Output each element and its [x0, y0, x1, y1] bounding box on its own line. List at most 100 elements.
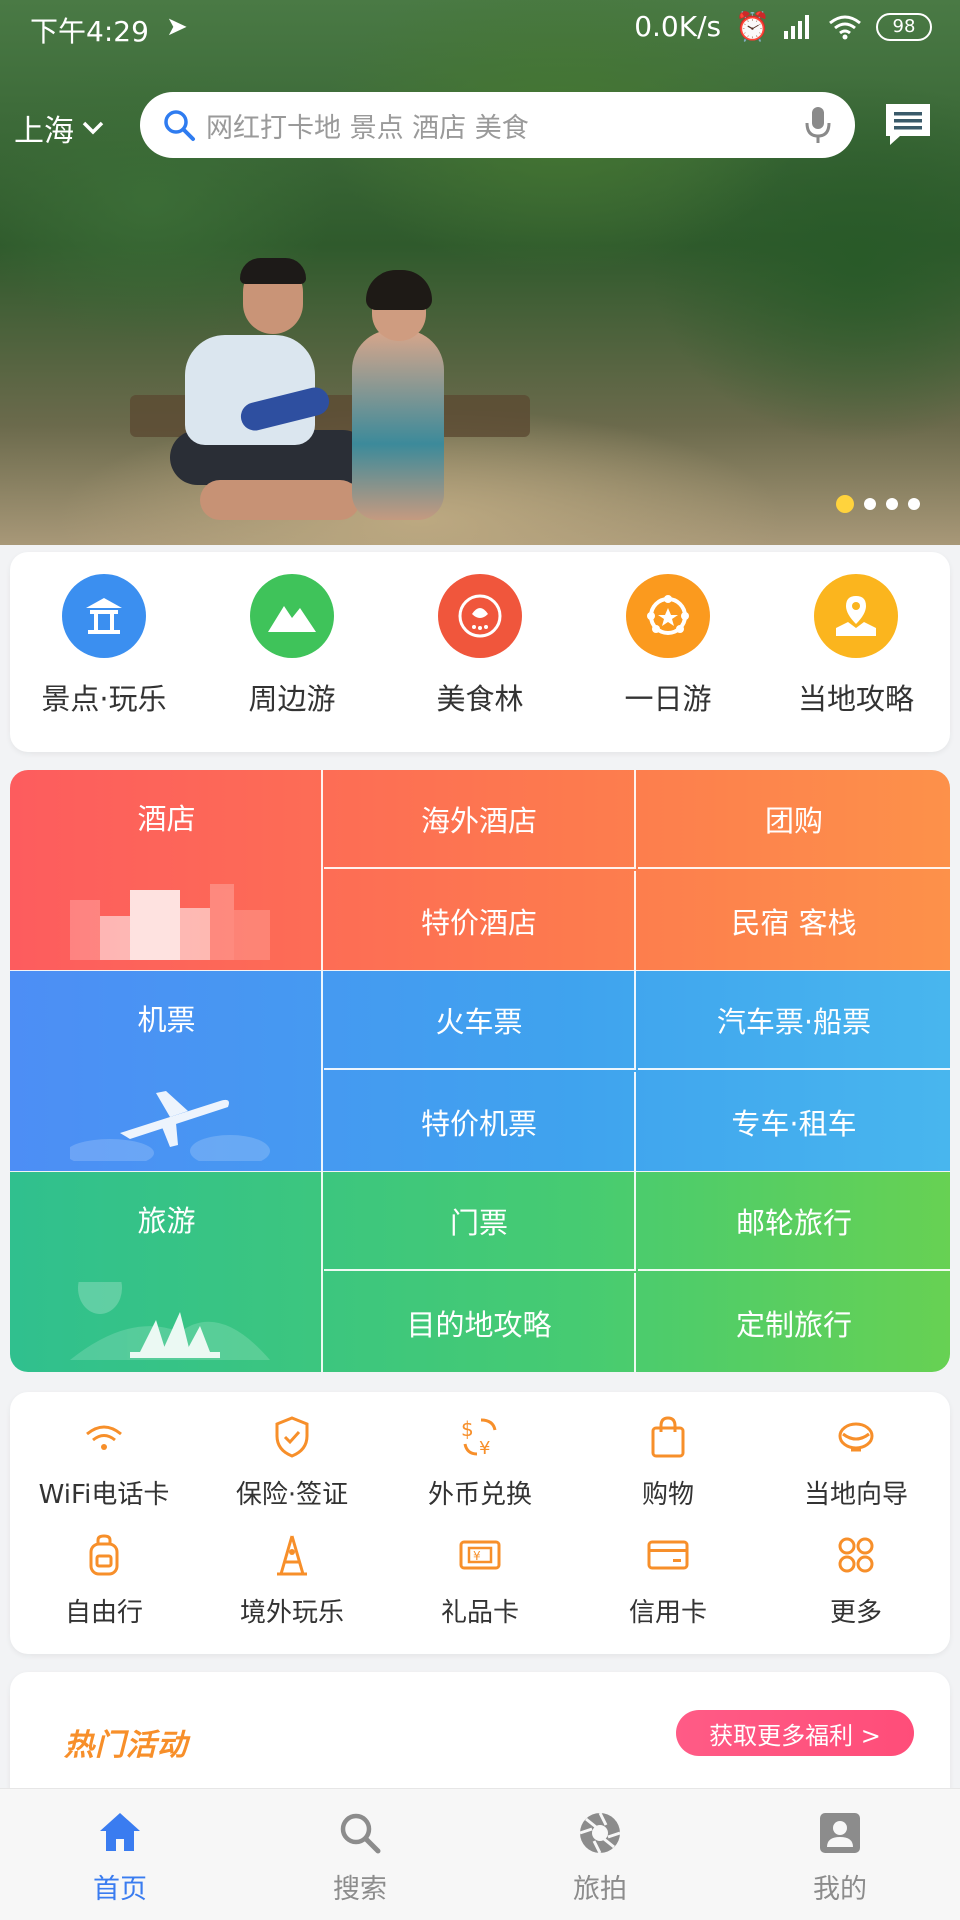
carousel-dot[interactable] — [908, 498, 920, 510]
booking-grid: 酒店 海外酒店 团购 特价酒店 民宿 客栈 机票 火车票 汽车票·船票 特价机票… — [10, 770, 950, 1372]
grid-row-travel: 旅游 门票 邮轮旅行 目的地攻略 定制旅行 — [10, 1172, 950, 1372]
flight-label: 机票 — [137, 1003, 196, 1037]
search-bar[interactable]: 网红打卡地 景点 酒店 美食 — [140, 92, 855, 158]
grid-cell-discount-flight[interactable]: 特价机票 — [324, 1072, 636, 1171]
tab-label: 首页 — [93, 1874, 147, 1905]
service-free-travel[interactable]: 自由行 — [10, 1532, 198, 1650]
tab-profile[interactable]: 我的 — [720, 1789, 960, 1920]
location-map-icon — [814, 574, 898, 658]
tab-label: 我的 — [813, 1874, 867, 1905]
more-benefits-button[interactable]: 获取更多福利 > — [676, 1710, 914, 1756]
service-label: 自由行 — [64, 1598, 143, 1628]
grid-cell-tickets[interactable]: 门票 — [324, 1172, 636, 1271]
service-credit-card[interactable]: 信用卡 — [574, 1532, 762, 1650]
microphone-icon[interactable] — [803, 105, 833, 145]
city-selector[interactable]: 上海 — [14, 106, 104, 150]
grid-cell-discount-hotel[interactable]: 特价酒店 — [324, 871, 636, 970]
hotel-button[interactable]: 酒店 — [10, 770, 323, 970]
service-overseas-fun[interactable]: 境外玩乐 — [198, 1532, 386, 1650]
search-input[interactable]: 网红打卡地 景点 酒店 美食 — [206, 106, 803, 145]
grid-cell-bus-ship[interactable]: 汽车票·船票 — [638, 971, 950, 1070]
grid-cell-overseas-hotel[interactable]: 海外酒店 — [324, 770, 636, 869]
opera-house-icon — [70, 1282, 270, 1360]
carousel-dot[interactable] — [886, 498, 898, 510]
service-insurance[interactable]: 保险·签证 — [198, 1414, 386, 1532]
svg-text:$: $ — [461, 1417, 474, 1441]
service-more[interactable]: 更多 — [762, 1532, 950, 1650]
tab-label: 旅拍 — [573, 1874, 627, 1905]
service-currency[interactable]: $ ¥ 外币兑换 — [386, 1414, 574, 1532]
camera-aperture-icon — [579, 1812, 621, 1854]
message-icon[interactable] — [882, 100, 934, 148]
service-label: 当地向导 — [803, 1480, 908, 1510]
grid-cell-train[interactable]: 火车票 — [324, 971, 636, 1070]
quick-nav-local-guide[interactable]: 当地攻略 — [762, 552, 950, 752]
quick-nav-nearby[interactable]: 周边游 — [198, 552, 386, 752]
tab-label: 搜索 — [333, 1874, 387, 1905]
service-label: 购物 — [641, 1480, 694, 1510]
service-wifi[interactable]: WiFi电话卡 — [10, 1414, 198, 1532]
service-gift-card[interactable]: ¥ 礼品卡 — [386, 1532, 574, 1650]
hot-activity-section: 热门活动 获取更多福利 > — [10, 1672, 950, 1792]
wifi-icon — [86, 1425, 122, 1450]
search-icon — [340, 1813, 381, 1854]
service-label: 礼品卡 — [440, 1598, 519, 1628]
service-label: 保险·签证 — [235, 1480, 349, 1510]
service-local-guide[interactable]: 当地向导 — [762, 1414, 950, 1532]
mountain-icon — [250, 574, 334, 658]
svg-text:¥: ¥ — [473, 1549, 481, 1563]
search-icon — [164, 110, 195, 141]
chevron-down-icon — [82, 121, 104, 135]
tower-icon — [277, 1535, 307, 1576]
city-label: 上海 — [14, 114, 74, 149]
airplane-icon — [70, 1091, 270, 1161]
profile-icon — [820, 1813, 860, 1853]
service-shopping[interactable]: 购物 — [574, 1414, 762, 1532]
travel-button[interactable]: 旅游 — [10, 1172, 323, 1372]
hotel-building-icon — [70, 884, 270, 960]
grid-row-flight: 机票 火车票 汽车票·船票 特价机票 专车·租车 — [10, 971, 950, 1171]
hotel-label: 酒店 — [137, 802, 196, 836]
currency-exchange-icon: $¥ — [461, 1417, 497, 1459]
backpack-icon — [89, 1534, 119, 1576]
banner-carousel[interactable]: 下午4:29 ➤ 0.0K/s ⏰ 98 上海 网红打卡地 景点 酒店 美食 — [0, 0, 960, 545]
service-label: 更多 — [829, 1598, 882, 1628]
tab-search[interactable]: 搜索 — [240, 1789, 480, 1920]
shopping-bag-icon — [651, 1416, 685, 1458]
grid-cell-group-buy[interactable]: 团购 — [638, 770, 950, 869]
quick-nav-food[interactable]: 美食林 — [386, 552, 574, 752]
carousel-dot[interactable] — [836, 495, 854, 513]
quick-nav-label: 当地攻略 — [797, 682, 914, 716]
grid-cell-cruise[interactable]: 邮轮旅行 — [638, 1172, 950, 1271]
quick-nav-label: 一日游 — [624, 682, 712, 716]
wifi-status-icon — [829, 15, 861, 39]
service-label: WiFi电话卡 — [38, 1480, 170, 1510]
guide-icon — [838, 1422, 874, 1452]
grid-cell-custom-travel[interactable]: 定制旅行 — [638, 1273, 950, 1372]
quick-nav-day-trip[interactable]: 一日游 — [574, 552, 762, 752]
network-speed: 0.0K/s — [634, 10, 722, 43]
service-label: 境外玩乐 — [239, 1598, 344, 1628]
flight-button[interactable]: 机票 — [10, 971, 323, 1171]
grid-cell-homestay[interactable]: 民宿 客栈 — [638, 871, 950, 970]
tab-travel-photo[interactable]: 旅拍 — [480, 1789, 720, 1920]
shield-icon — [275, 1416, 309, 1458]
star-badge-icon — [626, 574, 710, 658]
service-label: 外币兑换 — [427, 1480, 532, 1510]
telegram-icon: ➤ — [166, 12, 188, 42]
bottom-tab-bar: 首页 搜索 旅拍 我的 — [0, 1788, 960, 1920]
services-panel: WiFi电话卡 保险·签证 $ ¥ 外币兑换 购物 当地向导 自由行 境外玩乐 ¥ — [10, 1392, 950, 1654]
credit-card-icon — [647, 1540, 689, 1570]
tab-home[interactable]: 首页 — [0, 1789, 240, 1920]
service-label: 信用卡 — [628, 1598, 707, 1628]
grid-cell-destination-guide[interactable]: 目的地攻略 — [324, 1273, 636, 1372]
carousel-indicator — [836, 495, 920, 513]
gift-card-icon: ¥ — [459, 1540, 501, 1570]
carousel-dot[interactable] — [864, 498, 876, 510]
quick-nav-label: 美食林 — [436, 682, 524, 716]
grid-cell-car-rental[interactable]: 专车·租车 — [638, 1072, 950, 1171]
battery-indicator: 98 — [876, 12, 932, 41]
quick-nav-attractions[interactable]: 景点·玩乐 — [10, 552, 198, 752]
alarm-icon: ⏰ — [735, 10, 770, 43]
quick-nav-label: 周边游 — [248, 682, 336, 716]
